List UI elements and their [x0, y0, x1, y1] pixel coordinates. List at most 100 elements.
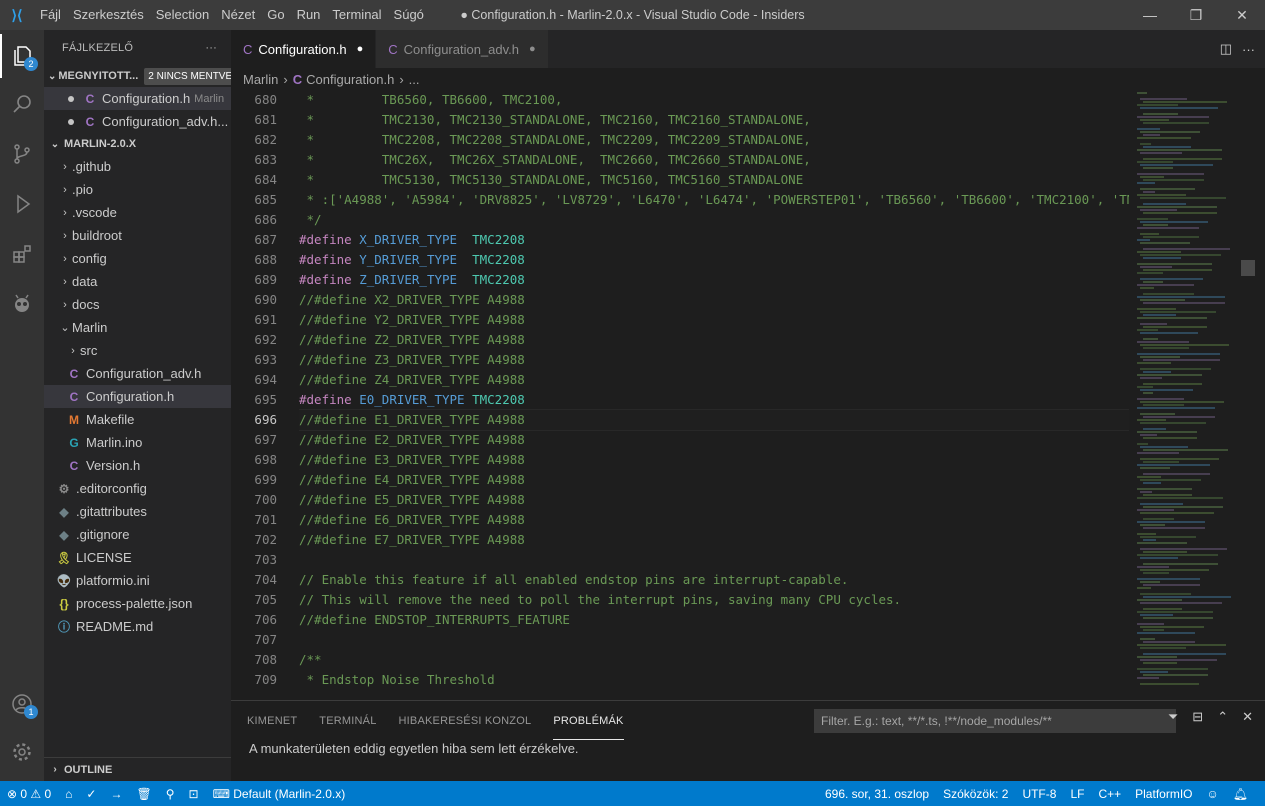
explorer-more-button[interactable]: ···: [205, 42, 217, 54]
breadcrumb-symbol[interactable]: ...: [409, 72, 420, 87]
tree-folder-config[interactable]: › config: [44, 247, 231, 270]
tree-file-configuration-adv[interactable]: C Configuration_adv.h: [44, 362, 231, 385]
tree-folder-docs[interactable]: › docs: [44, 293, 231, 316]
tree-file-version[interactable]: C Version.h: [44, 454, 231, 477]
tree-file-readme[interactable]: ⓘ README.md: [44, 615, 231, 638]
tree-folder-data[interactable]: › data: [44, 270, 231, 293]
code-line[interactable]: //#define Z2_DRIVER_TYPE A4988: [299, 330, 1129, 350]
menu-run[interactable]: Run: [291, 0, 327, 30]
indentation[interactable]: Szóközök: 2: [936, 787, 1015, 801]
code-line[interactable]: //#define E7_DRIVER_TYPE A4988: [299, 530, 1129, 550]
open-editors-section-header[interactable]: ⌄ MEGNYITOTT... 2 NINCS MENTVE: [44, 65, 231, 87]
environment-selector[interactable]: ⌨ Default (Marlin-2.0.x): [206, 787, 353, 801]
tab-configuration-h[interactable]: C Configuration.h ●: [231, 30, 377, 68]
tree-file-gitignore[interactable]: ◆ .gitignore: [44, 523, 231, 546]
end-of-line[interactable]: LF: [1063, 787, 1091, 801]
tree-file-license[interactable]: 🎗 LICENSE: [44, 546, 231, 569]
code-line[interactable]: //#define E3_DRIVER_TYPE A4988: [299, 450, 1129, 470]
test-icon[interactable]: ⚲: [159, 787, 182, 801]
tree-file-gitattributes[interactable]: ◆ .gitattributes: [44, 500, 231, 523]
code-line[interactable]: [299, 550, 1129, 570]
serial-monitor-icon[interactable]: ⊡: [182, 787, 206, 801]
code-line[interactable]: //#define E2_DRIVER_TYPE A4988: [299, 430, 1129, 450]
tree-file-platformio[interactable]: 👽 platformio.ini: [44, 569, 231, 592]
open-editor-item[interactable]: C Configuration.h Marlin: [44, 87, 231, 110]
code-line[interactable]: //#define E1_DRIVER_TYPE A4988: [299, 409, 1129, 431]
code-line[interactable]: //#define E4_DRIVER_TYPE A4988: [299, 470, 1129, 490]
code-line[interactable]: //#define ENDSTOP_INTERRUPTS_FEATURE: [299, 610, 1129, 630]
menu-selection[interactable]: Selection: [150, 0, 215, 30]
menu-help[interactable]: Súgó: [388, 0, 430, 30]
tree-folder-marlin[interactable]: ⌄ Marlin: [44, 316, 231, 339]
collapse-all-icon[interactable]: ⊟: [1192, 709, 1203, 725]
code-line[interactable]: * :['A4988', 'A5984', 'DRV8825', 'LV8729…: [299, 190, 1129, 210]
code-line[interactable]: * TMC2130, TMC2130_STANDALONE, TMC2160, …: [299, 110, 1129, 130]
feedback-icon[interactable]: ☺: [1200, 787, 1226, 801]
clean-icon[interactable]: 🗑: [129, 787, 158, 801]
problems-status[interactable]: ⊗ 0 ⚠ 0: [0, 787, 58, 801]
split-editor-icon[interactable]: ◫: [1220, 41, 1232, 57]
vertical-scrollbar-thumb[interactable]: [1241, 260, 1255, 276]
menu-edit[interactable]: Szerkesztés: [67, 0, 150, 30]
platformio-status[interactable]: PlatformIO: [1128, 787, 1199, 801]
source-control-button[interactable]: [0, 132, 44, 176]
close-button[interactable]: ✕: [1219, 0, 1265, 30]
unsaved-dot-icon[interactable]: ●: [529, 43, 536, 55]
code-line[interactable]: * TMC26X, TMC26X_STANDALONE, TMC2660, TM…: [299, 150, 1129, 170]
tree-folder-src[interactable]: › src: [44, 339, 231, 362]
cursor-position[interactable]: 696. sor, 31. oszlop: [818, 787, 936, 801]
breadcrumb-folder[interactable]: Marlin: [243, 72, 278, 87]
minimap[interactable]: [1137, 90, 1247, 690]
code-line[interactable]: //#define Z3_DRIVER_TYPE A4988: [299, 350, 1129, 370]
tree-file-marlin-ino[interactable]: G Marlin.ino: [44, 431, 231, 454]
notifications-bell-icon[interactable]: 🔔︎: [1226, 787, 1255, 801]
breadcrumb-file[interactable]: Configuration.h: [306, 72, 394, 87]
restore-button[interactable]: ❐: [1173, 0, 1219, 30]
filter-icon[interactable]: ⏷: [1168, 709, 1178, 725]
more-actions-icon[interactable]: ···: [1242, 42, 1255, 57]
code-line[interactable]: //#define X2_DRIVER_TYPE A4988: [299, 290, 1129, 310]
code-editor[interactable]: 680 681 682 683 684 685 686 687 688 689 690 691 692 6…: [231, 90, 1255, 690]
code-line[interactable]: */: [299, 210, 1129, 230]
menu-view[interactable]: Nézet: [215, 0, 261, 30]
language-mode[interactable]: C++: [1091, 787, 1128, 801]
tree-file-editorconfig[interactable]: ⚙ .editorconfig: [44, 477, 231, 500]
tree-folder-vscode[interactable]: › .vscode: [44, 201, 231, 224]
code-lines[interactable]: * TB6560, TB6600, TMC2100, * TMC2130, TM…: [299, 90, 1129, 690]
code-line[interactable]: //#define Z4_DRIVER_TYPE A4988: [299, 370, 1129, 390]
search-button[interactable]: [0, 82, 44, 126]
code-line[interactable]: #define X_DRIVER_TYPE TMC2208: [299, 230, 1129, 250]
close-panel-icon[interactable]: ✕: [1242, 709, 1253, 725]
folder-section-header[interactable]: ⌄ MARLIN-2.0.X: [44, 133, 231, 155]
explorer-button[interactable]: 2: [0, 34, 44, 78]
code-line[interactable]: * TMC2208, TMC2208_STANDALONE, TMC2209, …: [299, 130, 1129, 150]
tree-file-process-palette[interactable]: {} process-palette.json: [44, 592, 231, 615]
tree-folder-pio[interactable]: › .pio: [44, 178, 231, 201]
menu-go[interactable]: Go: [261, 0, 290, 30]
upload-icon[interactable]: →: [103, 787, 129, 801]
code-line[interactable]: // Enable this feature if all enabled en…: [299, 570, 1129, 590]
code-line[interactable]: #define Z_DRIVER_TYPE TMC2208: [299, 270, 1129, 290]
accounts-button[interactable]: 1: [0, 682, 44, 726]
extensions-button[interactable]: [0, 232, 44, 276]
tab-configuration-adv-h[interactable]: C Configuration_adv.h ●: [376, 30, 549, 68]
tree-folder-buildroot[interactable]: › buildroot: [44, 224, 231, 247]
tab-terminal[interactable]: TERMINÁL: [319, 703, 376, 739]
minimize-button[interactable]: —: [1127, 0, 1173, 30]
tab-debug-console[interactable]: HIBAKERESÉSI KONZOL: [399, 703, 532, 739]
code-line[interactable]: [299, 630, 1129, 650]
code-line[interactable]: #define Y_DRIVER_TYPE TMC2208: [299, 250, 1129, 270]
maximize-panel-icon[interactable]: ⌃: [1217, 709, 1228, 725]
tab-problems[interactable]: PROBLÉMÁK: [553, 703, 624, 740]
problems-filter-input[interactable]: [814, 709, 1176, 733]
code-line[interactable]: /**: [299, 650, 1129, 670]
menu-file[interactable]: Fájl: [34, 0, 67, 30]
tree-file-makefile[interactable]: M Makefile: [44, 408, 231, 431]
code-line[interactable]: // This will remove the need to poll the…: [299, 590, 1129, 610]
code-line[interactable]: #define E0_DRIVER_TYPE TMC2208: [299, 390, 1129, 410]
tree-folder-github[interactable]: › .github: [44, 155, 231, 178]
tree-file-configuration[interactable]: C Configuration.h: [44, 385, 231, 408]
unsaved-dot-icon[interactable]: ●: [357, 43, 364, 55]
platformio-button[interactable]: [0, 282, 44, 326]
settings-button[interactable]: [0, 730, 44, 774]
